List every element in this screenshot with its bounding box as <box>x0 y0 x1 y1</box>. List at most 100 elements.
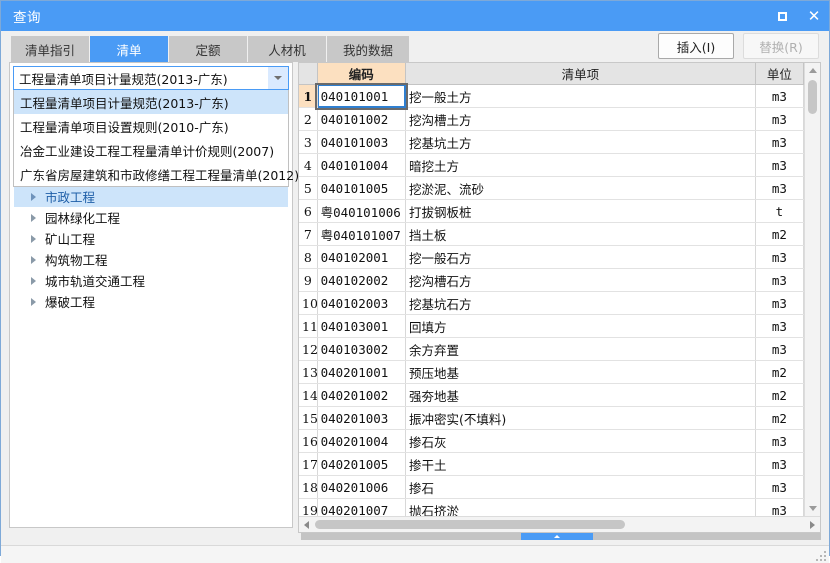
cell-name[interactable]: 挖一般土方 <box>405 84 756 108</box>
cell-code[interactable]: 040103001 <box>317 314 407 338</box>
cell-unit[interactable]: m3 <box>755 153 804 177</box>
cell-code[interactable]: 040101001 <box>315 82 408 110</box>
maximize-button[interactable] <box>773 7 791 25</box>
cell-unit[interactable]: m3 <box>755 268 804 292</box>
cell-code[interactable]: 040102003 <box>317 291 407 315</box>
cell-name[interactable]: 挖沟槽石方 <box>405 268 756 292</box>
cell-unit[interactable]: m2 <box>755 383 804 407</box>
cell-code[interactable]: 040101003 <box>317 130 407 154</box>
cell-code[interactable]: 040201006 <box>317 475 407 499</box>
cell-unit[interactable]: m3 <box>755 475 804 499</box>
tab-dinge[interactable]: 定额 <box>169 36 247 62</box>
triangle-right-icon[interactable] <box>31 234 36 243</box>
cell-name[interactable]: 掺石 <box>405 475 756 499</box>
scroll-down-button[interactable] <box>805 501 820 516</box>
col-header-unit[interactable]: 单位 <box>755 63 804 85</box>
cell-unit[interactable]: m3 <box>755 291 804 315</box>
combobox-arrow-button[interactable] <box>268 67 288 89</box>
cell-unit[interactable]: t <box>755 199 804 223</box>
cell-name[interactable]: 挖基坑土方 <box>405 130 756 154</box>
cell-name[interactable]: 抛石挤淤 <box>405 498 756 516</box>
dropdown-option-3[interactable]: 广东省房屋建筑和市政修缮工程工程量清单(2012) <box>14 162 299 186</box>
triangle-right-icon[interactable] <box>31 213 36 222</box>
table-row[interactable]: 3 040101003 挖基坑土方 m3 <box>299 130 804 154</box>
col-header-code[interactable]: 编码 <box>317 63 407 85</box>
table-row[interactable]: 17 040201005 掺干土 m3 <box>299 452 804 476</box>
triangle-right-icon[interactable] <box>31 297 36 306</box>
dropdown-option-1[interactable]: 工程量清单项目设置规则(2010-广东) <box>14 114 288 138</box>
replace-button[interactable]: 替换(R) <box>743 33 819 59</box>
tree-item-yuanlin[interactable]: 园林绿化工程 <box>14 207 288 228</box>
cell-code[interactable]: 040102002 <box>317 268 407 292</box>
table-row[interactable]: 1 040101001 挖一般土方 m3 <box>299 82 804 110</box>
cell-unit[interactable]: m3 <box>755 130 804 154</box>
cell-name[interactable]: 强夯地基 <box>405 383 756 407</box>
insert-button[interactable]: 插入(I) <box>658 33 734 59</box>
triangle-right-icon[interactable] <box>31 276 36 285</box>
scroll-up-button[interactable] <box>805 63 820 78</box>
cell-code[interactable]: 040201005 <box>317 452 407 476</box>
table-row[interactable]: 19 040201007 抛石挤淤 m3 <box>299 498 804 516</box>
cell-name[interactable]: 挖基坑石方 <box>405 291 756 315</box>
vertical-scroll-thumb[interactable] <box>808 80 817 114</box>
horizontal-scroll-track[interactable] <box>314 517 805 532</box>
dropdown-option-0[interactable]: 工程量清单项目计量规范(2013-广东) <box>14 90 288 114</box>
table-row[interactable]: 15 040201003 振冲密实(不填料) m2 <box>299 406 804 430</box>
scroll-left-button[interactable] <box>299 517 314 532</box>
table-row[interactable]: 11 040103001 回填方 m3 <box>299 314 804 338</box>
cell-name[interactable]: 余方弃置 <box>405 337 756 361</box>
cell-name[interactable]: 预压地基 <box>405 360 756 384</box>
tab-qingdan-zhiyin[interactable]: 清单指引 <box>11 36 89 62</box>
cell-unit[interactable]: m2 <box>755 360 804 384</box>
cell-unit[interactable]: m3 <box>755 429 804 453</box>
cell-unit[interactable]: m3 <box>755 314 804 338</box>
tree-item-baopo[interactable]: 爆破工程 <box>14 291 288 312</box>
table-row[interactable]: 4 040101004 暗挖土方 m3 <box>299 153 804 177</box>
splitter-collapse-handle[interactable] <box>521 533 593 540</box>
tree-item-gouzhuwu[interactable]: 构筑物工程 <box>14 249 288 270</box>
standard-combobox[interactable]: 工程量清单项目计量规范(2013-广东) <box>13 66 289 90</box>
cell-unit[interactable]: m3 <box>755 176 804 200</box>
cell-unit[interactable]: m3 <box>755 84 804 108</box>
col-header-rownum[interactable] <box>299 63 318 85</box>
cell-name[interactable]: 挖沟槽土方 <box>405 107 756 131</box>
cell-code[interactable]: 040101002 <box>317 107 407 131</box>
cell-name[interactable]: 振冲密实(不填料) <box>405 406 756 430</box>
cell-name[interactable]: 暗挖土方 <box>405 153 756 177</box>
triangle-right-icon[interactable] <box>31 255 36 264</box>
table-row[interactable]: 12 040103002 余方弃置 m3 <box>299 337 804 361</box>
cell-name[interactable]: 掺干土 <box>405 452 756 476</box>
tree-item-guidao[interactable]: 城市轨道交通工程 <box>14 270 288 291</box>
resize-grip-icon[interactable] <box>816 551 826 561</box>
cell-code[interactable]: 040201007 <box>317 498 407 516</box>
cell-name[interactable]: 打拔钢板桩 <box>405 199 756 223</box>
vertical-scroll-track[interactable] <box>805 78 820 501</box>
cell-code[interactable]: 040201001 <box>317 360 407 384</box>
grid-vertical-scrollbar[interactable] <box>804 63 820 516</box>
table-row[interactable]: 2 040101002 挖沟槽土方 m3 <box>299 107 804 131</box>
cell-unit[interactable]: m3 <box>755 498 804 516</box>
scroll-right-button[interactable] <box>805 517 820 532</box>
table-row[interactable]: 18 040201006 掺石 m3 <box>299 475 804 499</box>
cell-name[interactable]: 挖一般石方 <box>405 245 756 269</box>
table-row[interactable]: 14 040201002 强夯地基 m2 <box>299 383 804 407</box>
grid-horizontal-scrollbar[interactable] <box>299 516 820 532</box>
cell-unit[interactable]: m3 <box>755 107 804 131</box>
table-row[interactable]: 13 040201001 预压地基 m2 <box>299 360 804 384</box>
cell-code[interactable]: 040101004 <box>317 153 407 177</box>
cell-code[interactable]: 040201004 <box>317 429 407 453</box>
dropdown-option-2[interactable]: 冶金工业建设工程工程量清单计价规则(2007) <box>14 138 288 162</box>
cell-name[interactable]: 回填方 <box>405 314 756 338</box>
cell-name[interactable]: 挡土板 <box>405 222 756 246</box>
table-row[interactable]: 5 040101005 挖淤泥、流砂 m3 <box>299 176 804 200</box>
cell-name[interactable]: 掺石灰 <box>405 429 756 453</box>
col-header-name[interactable]: 清单项 <box>405 63 756 85</box>
table-row[interactable]: 10 040102003 挖基坑石方 m3 <box>299 291 804 315</box>
table-row[interactable]: 8 040102001 挖一般石方 m3 <box>299 245 804 269</box>
triangle-right-icon[interactable] <box>31 192 36 201</box>
tab-rencaiji[interactable]: 人材机 <box>248 36 326 62</box>
cell-unit[interactable]: m2 <box>755 222 804 246</box>
cell-unit[interactable]: m2 <box>755 406 804 430</box>
cell-code[interactable]: 040101005 <box>317 176 407 200</box>
cell-name[interactable]: 挖淤泥、流砂 <box>405 176 756 200</box>
